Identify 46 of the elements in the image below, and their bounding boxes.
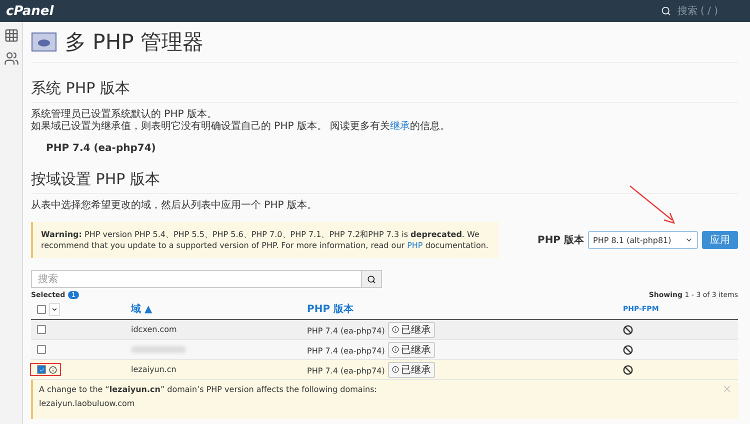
- description-text: 系统管理员已设置系统默认的 PHP 版本。: [31, 109, 218, 120]
- page-title: 多 PHP 管理器: [65, 29, 204, 56]
- apply-button[interactable]: 应用: [702, 231, 738, 249]
- affected-domain: lezaiyun.laobuluow.com: [39, 398, 136, 410]
- row-checkbox[interactable]: [37, 325, 46, 334]
- php-version-cell: PHP 7.4 (ea-php74): [307, 326, 385, 335]
- search-field[interactable]: 搜索: [31, 270, 382, 288]
- info-icon: [392, 346, 399, 353]
- warning-box: Warning: PHP version PHP 5.4、PHP 5.5、PHP 5.6、PHP 7.0、PHP 7.1、PHP 7.2和PHP 7.3 is deprecated. We recommend that you update to a supported version of PHP. For more information, read our PHP documentation.: [31, 222, 499, 258]
- section-heading: 系统 PHP 版本: [31, 79, 738, 103]
- info-icon: [392, 326, 399, 333]
- caret-icon: [51, 306, 58, 312]
- users-icon[interactable]: [4, 51, 18, 66]
- system-php-version: PHP 7.4 (ea-php74): [46, 143, 157, 154]
- arrow-annotation: [628, 184, 678, 226]
- select-all-checkbox[interactable]: [37, 304, 46, 314]
- cpanel-logo[interactable]: cPanel: [6, 4, 54, 18]
- php-window-icon: [31, 32, 57, 52]
- info-icon: [392, 366, 399, 373]
- php-version-cell: PHP 7.4 (ea-php74): [307, 346, 385, 355]
- apps-grid-icon[interactable]: [4, 28, 18, 43]
- row-checkbox[interactable]: [37, 345, 46, 354]
- section-heading: 按域设置 PHP 版本: [31, 170, 738, 194]
- column-header[interactable]: 域 ▲: [131, 302, 307, 316]
- php-version-cell: PHP 7.4 (ea-php74): [307, 366, 385, 375]
- domain-cell-text: lezaiyun.cn: [131, 365, 178, 374]
- php-link[interactable]: PHP: [407, 241, 423, 250]
- domain-cell-text: idcxen.com: [131, 325, 178, 334]
- inherited-badge: 已继承: [388, 342, 435, 358]
- description-text: 从表中选择您希望更改的域，然后从列表中应用一个 PHP 版本。: [31, 200, 318, 212]
- search-button[interactable]: [361, 271, 381, 287]
- search-hint[interactable]: 搜索 ( / ): [677, 4, 718, 18]
- php-version-select[interactable]: PHP 8.1 (alt-php81): [588, 231, 698, 249]
- inherited-badge: 已继承: [388, 362, 435, 378]
- notice-text: A change to the “lezaiyun.cn” domain’s PHP version affects the following domains:: [39, 384, 377, 396]
- search-icon: [367, 274, 376, 284]
- search-icon[interactable]: [661, 6, 672, 16]
- column-header[interactable]: PHP 版本: [307, 302, 623, 316]
- select-menu-button[interactable]: [49, 302, 60, 316]
- row-checkbox[interactable]: [37, 365, 46, 374]
- inherit-link[interactable]: 继承: [390, 121, 410, 132]
- info-icon[interactable]: [49, 366, 57, 374]
- chevron-down-icon: [685, 236, 693, 244]
- description-text: 如果域已设置为继承值，则表明它没有明确设置自己的 PHP 版本。 阅读更多有关继承的信息。: [31, 121, 452, 133]
- inherited-badge: 已继承: [388, 322, 435, 338]
- php-version-label: PHP 版本: [537, 234, 584, 247]
